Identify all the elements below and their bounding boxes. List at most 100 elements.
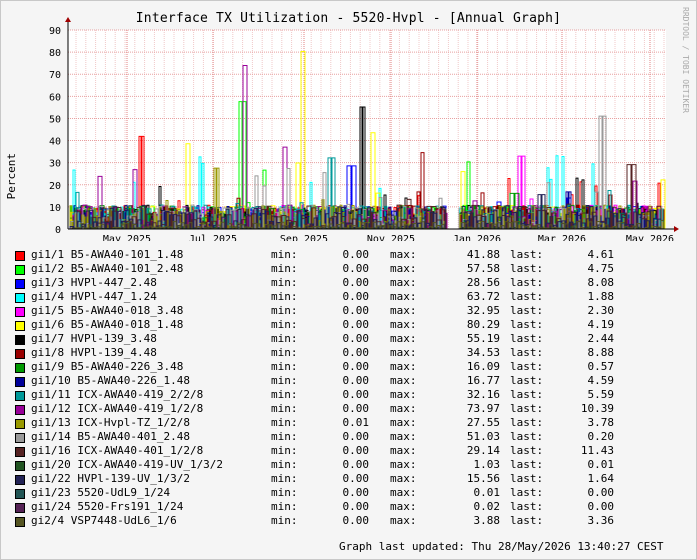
last-updated-text: Graph last updated: Thu 28/May/2026 13:4… [339, 540, 664, 553]
legend-min-value: 0.00 [342, 304, 370, 317]
plot-area: 0 10 20 30 40 50 60 70 80 90 May 2025 Jul 2025 Sep 2… [49, 17, 679, 241]
legend-swatch [15, 251, 25, 261]
legend-min-value: 0.00 [342, 360, 370, 373]
legend-min-label: min: [271, 472, 298, 485]
legend-min-label: min: [271, 248, 298, 261]
legend-last-label: last: [510, 276, 544, 289]
legend-swatch [15, 391, 25, 401]
legend-min-label: min: [271, 262, 298, 275]
legend-series-name: gi1/10 B5-AWA40-226_1.48 [31, 374, 190, 387]
legend-last-label: last: [510, 262, 544, 275]
legend-last-label: last: [510, 374, 544, 387]
legend-last-value: 4.61 [587, 248, 615, 261]
legend-min-label: min: [271, 360, 298, 373]
legend-min-value: 0.00 [342, 248, 370, 261]
legend-min-value: 0.00 [342, 290, 370, 303]
legend-last-label: last: [510, 472, 544, 485]
legend-last-label: last: [510, 500, 544, 513]
legend-last-label: last: [510, 388, 544, 401]
legend-swatch [15, 461, 25, 471]
legend-series-name: gi1/8 HVPl-139_4.48 [31, 346, 157, 359]
legend-swatch [15, 489, 25, 499]
legend-max-label: max: [390, 290, 417, 303]
legend-max-label: max: [390, 304, 417, 317]
legend-swatch [15, 335, 25, 345]
legend-max-value: 57.58 [466, 262, 500, 275]
legend-last-value: 1.88 [587, 290, 615, 303]
legend-min-label: min: [271, 332, 298, 345]
legend-min-label: min: [271, 416, 298, 429]
legend-series-name: gi1/11 ICX-AWA40-419_2/2/8 [31, 388, 204, 401]
legend-max-label: max: [390, 458, 417, 471]
legend-series-name: gi1/1 B5-AWA40-101_1.48 [31, 248, 184, 261]
legend-min-value: 0.00 [342, 430, 370, 443]
legend-min-value: 0.00 [342, 500, 370, 513]
y-tick-label: 80 [49, 48, 61, 59]
legend-last-label: last: [510, 332, 544, 345]
legend-max-value: 29.14 [466, 444, 500, 457]
legend-swatch [15, 307, 25, 317]
y-tick-label: 90 [49, 26, 61, 37]
y-tick-label: 70 [49, 70, 61, 81]
legend-swatch [15, 293, 25, 303]
legend-series-name: gi2/4 VSP7448-UdL6_1/6 [31, 514, 177, 527]
legend-series-name: gi1/20 ICX-AWA40-419-UV_1/3/2 [31, 458, 224, 471]
legend-min-label: min: [271, 458, 298, 471]
legend-max-label: max: [390, 472, 417, 485]
legend-last-value: 2.30 [587, 304, 615, 317]
legend-series-name: gi1/16 ICX-AWA40-401_1/2/8 [31, 444, 204, 457]
legend-last-label: last: [510, 346, 544, 359]
legend-min-value: 0.00 [342, 388, 370, 401]
x-tick-label: Jul 2025 [189, 234, 237, 241]
legend-min-value: 0.01 [342, 416, 370, 429]
legend-series-name: gi1/9 B5-AWA40-226_3.48 [31, 360, 184, 373]
legend-min-label: min: [271, 486, 298, 499]
legend-max-label: max: [390, 514, 417, 527]
legend-max-label: max: [390, 346, 417, 359]
legend-last-label: last: [510, 248, 544, 261]
legend-min-value: 0.00 [342, 318, 370, 331]
legend-max-value: 41.88 [466, 248, 500, 261]
legend-max-value: 15.56 [466, 472, 500, 485]
legend-max-value: 63.72 [466, 290, 500, 303]
legend-min-label: min: [271, 444, 298, 457]
legend-series-name: gi1/12 ICX-AWA40-419_1/2/8 [31, 402, 204, 415]
legend-max-value: 32.16 [466, 388, 500, 401]
legend-min-value: 0.00 [342, 332, 370, 345]
legend-series-name: gi1/3 HVPl-447_2.48 [31, 276, 157, 289]
x-axis-arrow [674, 226, 679, 232]
legend-min-value: 0.00 [342, 444, 370, 457]
legend-min-label: min: [271, 402, 298, 415]
y-tick-label: 60 [49, 92, 61, 103]
legend-series-name: gi1/14 B5-AWA40-401_2.48 [31, 430, 190, 443]
legend-max-value: 16.77 [466, 374, 500, 387]
x-tick-label: May 2026 [626, 234, 674, 241]
legend-min-label: min: [271, 290, 298, 303]
x-tick-label: Jan 2026 [453, 234, 501, 241]
legend-swatch [15, 475, 25, 485]
legend-max-value: 32.95 [466, 304, 500, 317]
x-tick-label: May 2025 [103, 234, 151, 241]
legend-last-value: 4.19 [587, 318, 615, 331]
legend-max-label: max: [390, 262, 417, 275]
legend-swatch [15, 321, 25, 331]
x-tick-label: Sep 2025 [280, 234, 328, 241]
legend-max-value: 51.03 [466, 430, 500, 443]
legend-series-name: gi1/23 5520-UdL9_1/24 [31, 486, 171, 499]
legend-max-value: 3.88 [473, 514, 501, 527]
y-tick-label: 40 [49, 137, 61, 148]
legend-max-value: 27.55 [466, 416, 500, 429]
legend-last-value: 11.43 [580, 444, 614, 457]
legend-max-label: max: [390, 402, 417, 415]
legend-max-value: 28.56 [466, 276, 500, 289]
legend-last-value: 10.39 [580, 402, 614, 415]
legend-swatch [15, 349, 25, 359]
legend-max-value: 34.53 [466, 346, 500, 359]
legend-max-label: max: [390, 416, 417, 429]
legend-max-value: 1.03 [473, 458, 501, 471]
legend-min-label: min: [271, 388, 298, 401]
legend-swatch [15, 503, 25, 513]
legend-last-value: 8.88 [587, 346, 615, 359]
legend-last-value: 0.00 [587, 500, 615, 513]
legend-min-value: 0.00 [342, 374, 370, 387]
